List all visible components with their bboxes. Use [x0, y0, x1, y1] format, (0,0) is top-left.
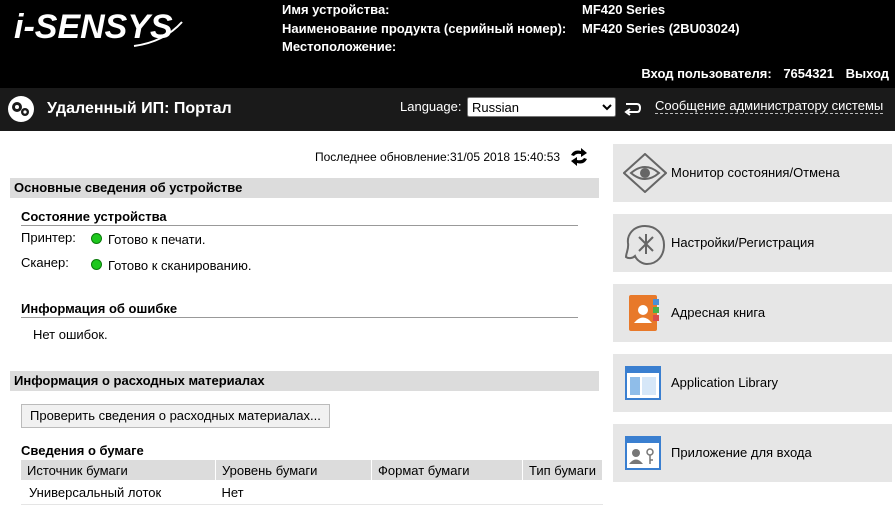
login-app-icon [623, 433, 663, 476]
scanner-status: Готово к сканированию. [108, 258, 252, 273]
sidebar-item-label: Монитор состояния/Отмена [671, 165, 840, 180]
sidebar-item-address-book[interactable]: Адресная книга [613, 284, 892, 342]
sidebar-item-login-app[interactable]: Приложение для входа [613, 424, 892, 482]
login-label: Вход пользователя: [641, 66, 772, 81]
device-name-label: Имя устройства: [282, 2, 390, 17]
paper-table-header: Источник бумаги Уровень бумаги Формат бу… [21, 460, 603, 480]
device-status-title: Состояние устройства [21, 209, 578, 226]
printer-status-dot [91, 233, 102, 244]
sidebar-item-status-monitor[interactable]: Монитор состояния/Отмена [613, 144, 892, 202]
sidebar-item-label: Настройки/Регистрация [671, 235, 815, 250]
location-label: Местоположение: [282, 39, 397, 54]
portal-bar: Удаленный ИП: Портал Language: Russian С… [0, 88, 895, 131]
device-name-value: MF420 Series [582, 2, 666, 17]
language-label: Language: [400, 99, 462, 114]
sidebar-item-settings[interactable]: Настройки/Регистрация [613, 214, 892, 272]
settings-icon [623, 223, 667, 270]
table-cell [371, 480, 523, 505]
eye-icon [622, 152, 668, 196]
table-cell: Универсальный лоток [21, 480, 216, 505]
refresh-icon[interactable] [568, 147, 590, 170]
login-user: 7654321 [783, 66, 834, 81]
window-icon [623, 363, 663, 406]
sidebar-item-application-library[interactable]: Application Library [613, 354, 892, 412]
table-cell [522, 480, 603, 505]
consumables-header: Информация о расходных материалах [10, 371, 599, 391]
portal-logo-icon [7, 95, 35, 126]
column-header: Уровень бумаги [215, 460, 372, 480]
column-header: Тип бумаги [522, 460, 603, 480]
sidebar-item-label: Приложение для входа [671, 445, 812, 460]
svg-text:i-SENSYS: i-SENSYS [14, 8, 173, 46]
top-header: i-SENSYS Имя устройства: MF420 Series На… [0, 0, 895, 88]
check-consumables-button[interactable]: Проверить сведения о расходных материала… [21, 404, 330, 428]
portal-title: Удаленный ИП: Портал [47, 100, 232, 117]
last-update-text: Последнее обновление:31/05 2018 15:40:53 [315, 150, 561, 164]
scanner-label: Сканер: [21, 255, 69, 270]
column-header: Источник бумаги [21, 460, 216, 480]
login-info: Вход пользователя: 7654321 Выход [633, 66, 889, 81]
sidebar-item-label: Адресная книга [671, 305, 766, 320]
product-name-label: Наименование продукта (серийный номер): [282, 21, 567, 36]
printer-status: Готово к печати. [108, 232, 206, 247]
return-icon[interactable] [622, 98, 642, 121]
language-select[interactable]: Russian [467, 97, 616, 117]
error-text: Нет ошибок. [33, 327, 108, 342]
printer-label: Принтер: [21, 230, 76, 245]
admin-message-link[interactable]: Сообщение администратору системы [655, 98, 884, 114]
device-info-header: Основные сведения об устройстве [10, 178, 599, 198]
column-header: Формат бумаги [371, 460, 523, 480]
logout-link[interactable]: Выход [846, 66, 889, 81]
table-row: Универсальный лоток Нет [21, 480, 603, 505]
table-cell: Нет [215, 480, 372, 505]
address-book-icon [623, 293, 663, 336]
paper-info-title: Сведения о бумаге [21, 443, 144, 458]
sidebar-item-label: Application Library [671, 375, 778, 390]
scanner-status-dot [91, 259, 102, 270]
product-name-value: MF420 Series (2BU03024) [582, 21, 740, 36]
paper-table: Источник бумаги Уровень бумаги Формат бу… [21, 460, 603, 505]
isensys-logo: i-SENSYS [14, 8, 189, 53]
error-info-title: Информация об ошибке [21, 301, 578, 318]
